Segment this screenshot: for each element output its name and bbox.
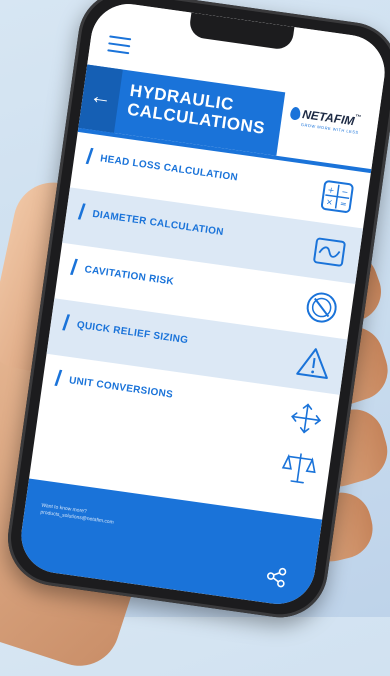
menu-item-label: UNIT CONVERSIONS [68,375,174,401]
balance-scale-icon [281,453,316,484]
menu-item-label: QUICK RELIEF SIZING [76,319,189,347]
slash-icon: / [69,254,79,280]
svg-text:×: × [325,197,333,207]
back-button[interactable]: ← [78,64,123,133]
footer-contact: Want to know more? products_solutions@ne… [40,502,115,526]
slash-icon: / [61,309,71,336]
arrows-expand-icon [291,403,322,434]
share-icon[interactable] [264,564,289,589]
menu-item-label: DIAMETER CALCULATION [91,208,225,239]
slash-icon: / [84,143,95,170]
hamburger-menu-icon[interactable] [107,35,132,55]
menu-item-label: HEAD LOSS CALCULATION [99,153,239,184]
warning-icon [296,348,328,379]
netafim-logo: NETAFIM™ GROW MORE WITH LESS [289,105,375,135]
calculation-menu: / HEAD LOSS CALCULATION + − × = / DIAMET… [31,132,371,506]
slash-icon: / [53,365,64,391]
svg-text:=: = [339,199,347,209]
menu-item-label: CAVITATION RISK [83,264,175,288]
cavitation-icon [306,292,337,323]
pipe-diameter-icon [313,237,346,267]
logo-trademark: ™ [354,114,362,122]
svg-text:−: − [341,187,349,197]
page-title: HYDRAULIC CALCULATIONS [126,81,280,140]
slash-icon: / [76,198,87,225]
calculator-icon: + − × = [320,180,354,213]
svg-text:+: + [327,185,335,195]
water-drop-icon [289,106,302,121]
